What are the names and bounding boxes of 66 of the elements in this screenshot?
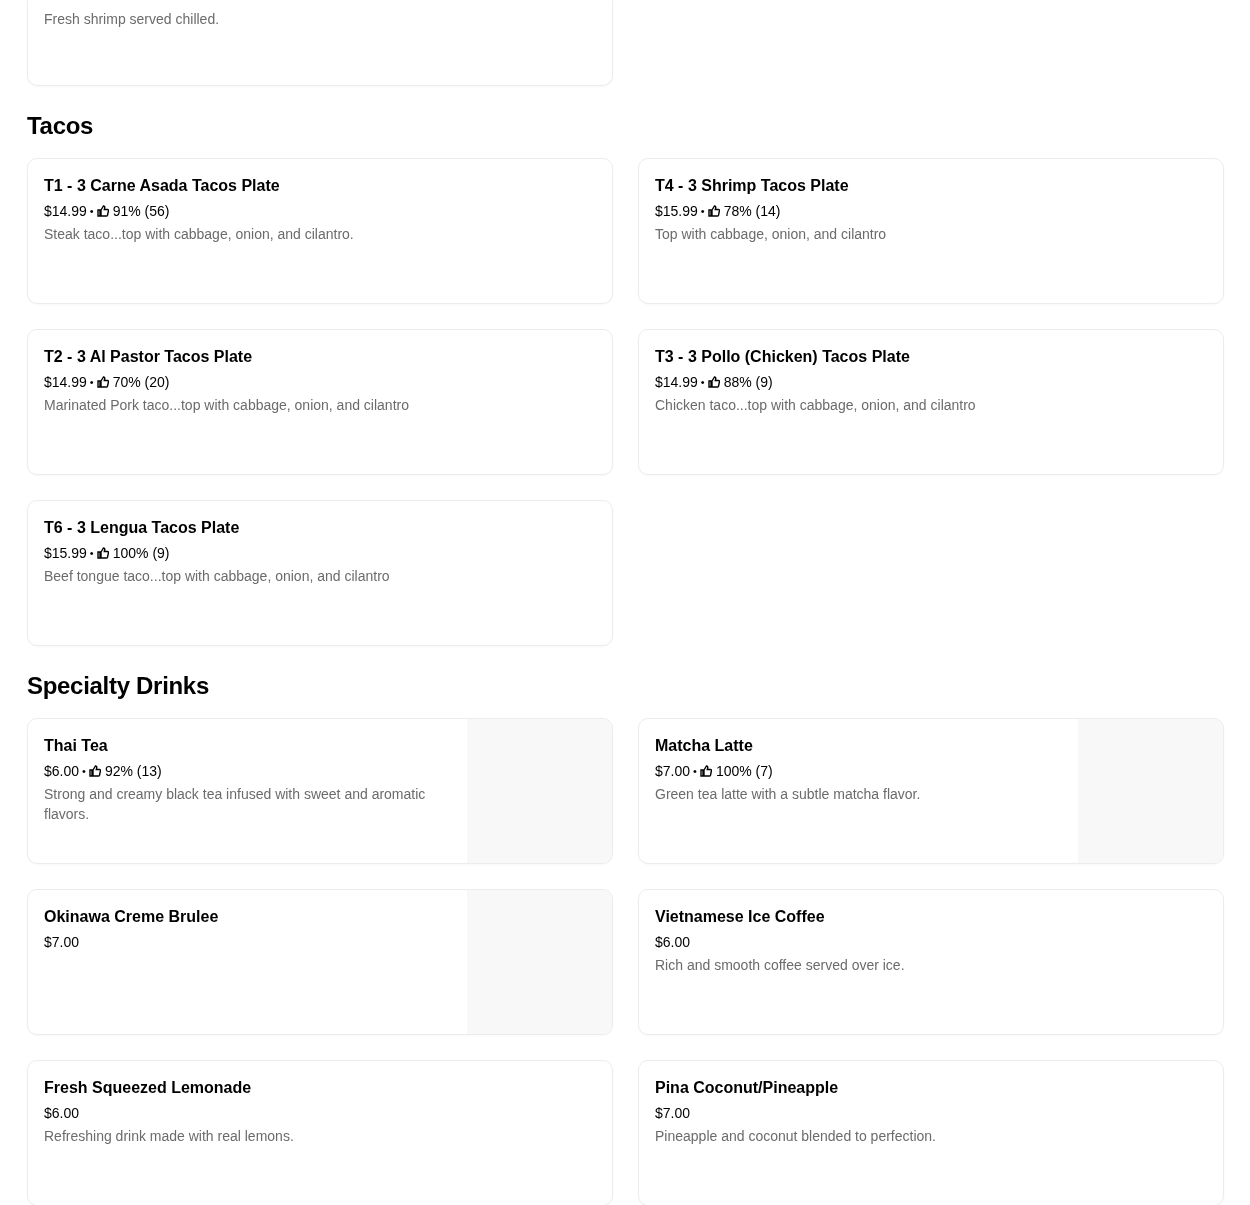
- separator-dot: •: [89, 546, 94, 561]
- item-rating: 91% (56): [112, 202, 170, 220]
- item-name: T3 - 3 Pollo (Chicken) Tacos Plate: [655, 347, 910, 367]
- item-price: $7.00: [655, 762, 691, 780]
- item-price: $14.99: [44, 373, 87, 391]
- item-name: T4 - 3 Shrimp Tacos Plate: [655, 176, 849, 196]
- item-price: $6.00: [44, 1104, 80, 1122]
- thumbs-up-icon: [96, 205, 109, 217]
- thumbs-up-icon: [699, 765, 712, 777]
- thumbs-up-icon: [96, 376, 109, 388]
- separator-dot: •: [82, 764, 86, 779]
- menu-item-card[interactable]: T3 - 3 Pollo (Chicken) Tacos Plate $14.99 • 88% (9) Chicken taco...top with cabbage, onion, and cilantro: [638, 329, 1224, 475]
- thumbs-up-icon: [707, 205, 720, 217]
- menu-item-card[interactable]: Vietnamese Ice Coffee $6.00 Rich and smooth coffee served over ice.: [638, 889, 1224, 1035]
- item-rating: 78% (14): [723, 202, 781, 220]
- item-price: $6.00: [44, 762, 80, 780]
- item-description: Chicken taco...top with cabbage, onion, and cilantro: [655, 396, 976, 415]
- item-rating: 70% (20): [112, 373, 170, 391]
- item-description: Strong and creamy black tea infused with sweet and aromatic flavors.: [44, 785, 427, 824]
- item-description: Steak taco...top with cabbage, onion, and cilantro.: [44, 225, 354, 244]
- item-rating: 100% (7): [715, 762, 773, 780]
- item-price: $6.00: [655, 933, 691, 951]
- item-description: Pineapple and coconut blended to perfection.: [655, 1127, 936, 1146]
- item-description: Beef tongue taco...top with cabbage, onion, and cilantro: [44, 567, 390, 586]
- item-name: Vietnamese Ice Coffee: [655, 907, 825, 927]
- item-description: Fresh shrimp served chilled.: [44, 10, 220, 29]
- menu-item-card[interactable]: Fresh shrimp served chilled.: [27, 0, 613, 86]
- item-price: $7.00: [44, 933, 80, 951]
- item-name: T6 - 3 Lengua Tacos Plate: [44, 518, 240, 538]
- menu-item-card[interactable]: T1 - 3 Carne Asada Tacos Plate $14.99 • 91% (56) Steak taco...top with cabbage, onion, and cilantro.: [27, 158, 613, 304]
- item-rating: 92% (13): [104, 762, 162, 780]
- item-description: Rich and smooth coffee served over ice.: [655, 956, 905, 975]
- item-price: $15.99: [655, 202, 698, 220]
- menu-item-card[interactable]: Okinawa Creme Brulee $7.00: [27, 889, 613, 1035]
- item-name: Pina Coconut/Pineapple: [655, 1078, 839, 1098]
- item-description: Marinated Pork taco...top with cabbage, onion, and cilantro: [44, 396, 409, 415]
- item-name: Fresh Squeezed Lemonade: [44, 1078, 252, 1098]
- item-name: T1 - 3 Carne Asada Tacos Plate: [44, 176, 280, 196]
- menu-item-card[interactable]: T6 - 3 Lengua Tacos Plate $15.99 • 100% (9) Beef tongue taco...top with cabbage, onion, and cilantro: [27, 500, 613, 646]
- item-rating: 100% (9): [112, 544, 170, 562]
- menu-item-card[interactable]: Thai Tea $6.00 • 92% (13) Strong and creamy black tea infused with sweet and aromatic flavors.: [27, 718, 613, 864]
- item-name: Thai Tea: [44, 736, 108, 756]
- item-price: $14.99: [44, 202, 87, 220]
- thumbs-up-icon: [707, 376, 720, 388]
- item-name: Okinawa Creme Brulee: [44, 907, 219, 927]
- menu-item-card[interactable]: T2 - 3 Al Pastor Tacos Plate $14.99 • 70% (20) Marinated Pork taco...top with cabbage, onion, and cilantro: [27, 329, 613, 475]
- item-price: $7.00: [655, 1104, 691, 1122]
- thumbs-up-icon: [88, 765, 101, 777]
- item-description: Top with cabbage, onion, and cilantro: [655, 225, 887, 244]
- separator-dot: •: [89, 204, 94, 219]
- menu-item-card[interactable]: T4 - 3 Shrimp Tacos Plate $15.99 • 78% (14) Top with cabbage, onion, and cilantro: [638, 158, 1224, 304]
- item-description: Refreshing drink made with real lemons.: [44, 1127, 294, 1146]
- section-heading: Specialty Drinks: [27, 671, 210, 701]
- separator-dot: •: [693, 764, 697, 779]
- item-rating: 88% (9): [723, 373, 773, 391]
- item-price: $15.99: [44, 544, 87, 562]
- separator-dot: •: [700, 375, 705, 390]
- menu-item-card[interactable]: Matcha Latte $7.00 • 100% (7) Green tea latte with a subtle matcha flavor.: [638, 718, 1224, 864]
- item-name: Matcha Latte: [655, 736, 753, 756]
- item-price: $14.99: [655, 373, 698, 391]
- item-description: Green tea latte with a subtle matcha flavor.: [655, 785, 921, 804]
- separator-dot: •: [89, 375, 94, 390]
- thumbs-up-icon: [96, 547, 109, 559]
- item-name: T2 - 3 Al Pastor Tacos Plate: [44, 347, 253, 367]
- section-heading: Tacos: [27, 111, 95, 141]
- separator-dot: •: [700, 204, 705, 219]
